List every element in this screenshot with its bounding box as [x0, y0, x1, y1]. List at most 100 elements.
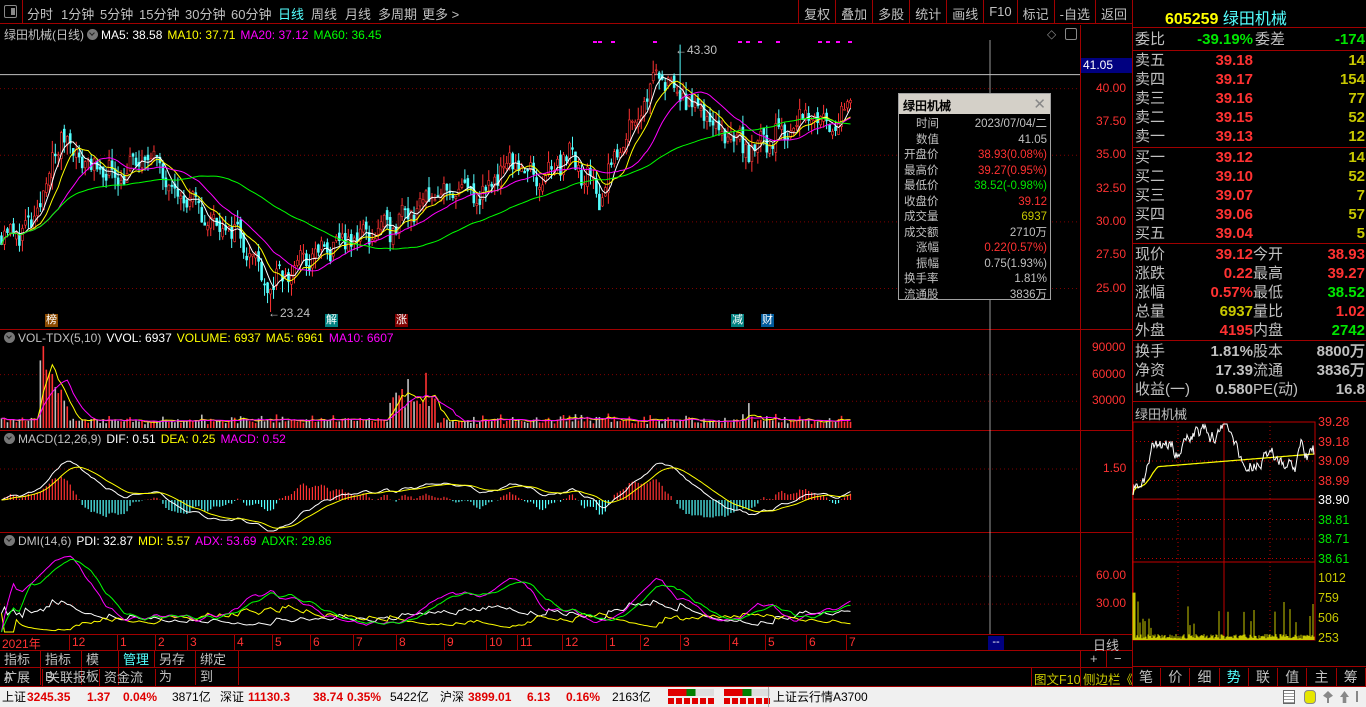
- tooltip-value: 39.27(0.95%): [977, 164, 1047, 177]
- f10-link[interactable]: 图文F10: [1034, 669, 1081, 688]
- tooltip-label: 成交量: [904, 211, 939, 223]
- date-tick: 4: [237, 635, 244, 649]
- mini-price-tick: 38.90: [1318, 493, 1350, 507]
- tooltip-value: 1.81%: [1014, 273, 1047, 285]
- alert-icon[interactable]: [1356, 691, 1358, 702]
- zoom-in-button[interactable]: +: [1090, 651, 1098, 666]
- bottom-tab-4[interactable]: 另存为: [155, 651, 196, 685]
- panel-tab-4[interactable]: 联: [1249, 668, 1278, 687]
- signal-dot: [653, 41, 657, 43]
- candle-body: [340, 233, 344, 238]
- candle-body: [463, 179, 467, 183]
- volume-bar: [425, 372, 427, 428]
- index-pct: 0.16%: [566, 690, 601, 704]
- tooltip-title: 绿田机械: [903, 99, 952, 113]
- mini-price-tick: 38.61: [1318, 551, 1350, 566]
- period-high-label: ←43.30: [675, 43, 718, 57]
- date-tick-line: [640, 635, 641, 650]
- value: 1.81%: [1210, 343, 1253, 360]
- volume-bar: [180, 422, 182, 428]
- panel-tab-1[interactable]: 价: [1161, 668, 1191, 687]
- volume-bar: [419, 403, 421, 428]
- date-tick: 3: [683, 635, 690, 649]
- volume-bar: [670, 421, 672, 428]
- candle-body: [675, 91, 679, 94]
- bottom-tab-3[interactable]: 管理: [119, 651, 155, 668]
- panel-tab-7[interactable]: 筹: [1337, 668, 1366, 687]
- diamond-icon[interactable]: ◇: [1047, 27, 1056, 41]
- mini-price-tick: 39.18: [1318, 434, 1350, 449]
- candle-body: [299, 250, 302, 266]
- order-book-row: 买二 39.10 52: [1135, 167, 1365, 186]
- volume-bar: [831, 421, 834, 428]
- volume-bar: [248, 421, 251, 428]
- close-icon[interactable]: ✕: [1033, 95, 1046, 113]
- panel-toggle-icon[interactable]: [1065, 28, 1077, 40]
- volume-bar: [742, 414, 744, 428]
- candle-body: [478, 198, 482, 205]
- index-name: 深证: [220, 690, 245, 704]
- level-price: 39.13: [1215, 128, 1253, 145]
- candle-body: [51, 152, 54, 179]
- zoom-out-button[interactable]: −: [1114, 651, 1122, 666]
- volume-bar: [508, 419, 511, 428]
- tooltip-label: 换手率: [904, 273, 939, 285]
- sidebar-toggle-link[interactable]: 侧边栏《: [1083, 669, 1133, 688]
- toolbar-button-8[interactable]: 返回: [1094, 0, 1132, 24]
- candle-body: [460, 184, 464, 188]
- coin-icon[interactable]: [1304, 690, 1316, 704]
- indicator-value: DIF: 0.51: [106, 432, 156, 446]
- candle-body: [454, 196, 458, 199]
- chevron-down-icon[interactable]: [4, 433, 15, 444]
- intraday-mini-chart[interactable]: [1132, 418, 1318, 666]
- candle-body: [705, 116, 709, 122]
- candle-body: [630, 120, 634, 123]
- volume-bar: [15, 422, 18, 428]
- candle-body: [508, 152, 512, 164]
- volume-bar: [571, 421, 574, 428]
- divider: [1133, 666, 1366, 667]
- price-tick: 40.00: [1096, 80, 1127, 95]
- news-icon[interactable]: [1283, 690, 1295, 704]
- index-amount: 2163亿: [612, 690, 651, 704]
- chevron-down-icon[interactable]: [4, 535, 15, 546]
- bottom-tab-5[interactable]: 绑定到: [196, 651, 239, 685]
- volume-bar: [482, 415, 484, 428]
- level-label: 卖一: [1135, 128, 1166, 145]
- panel-tab-3[interactable]: 势: [1220, 668, 1249, 687]
- candle-body: [601, 197, 604, 207]
- candle-body: [134, 157, 138, 166]
- panel-tab-5[interactable]: 值: [1278, 668, 1308, 687]
- volume-bar: [691, 418, 693, 428]
- tooltip-titlebar[interactable]: 绿田机械 ✕: [899, 94, 1050, 114]
- candle-body: [263, 283, 266, 286]
- stock-code: 605259: [1165, 11, 1219, 28]
- volume-bar: [786, 423, 789, 428]
- volume-bar: [479, 421, 481, 428]
- volume-bar: [810, 423, 813, 428]
- chevron-down-icon[interactable]: [87, 29, 98, 40]
- value: 6937: [1219, 303, 1253, 320]
- candle-body: [505, 162, 509, 169]
- signal-icon[interactable]: [1323, 691, 1333, 703]
- volume-bar: [601, 418, 604, 428]
- candle-body: [266, 282, 269, 294]
- volume-bar: [730, 422, 732, 428]
- volume-bar: [694, 422, 696, 428]
- level-price: 39.06: [1215, 206, 1253, 223]
- panel-tab-2[interactable]: 细: [1191, 668, 1220, 687]
- candle-body: [849, 100, 852, 104]
- connection-icon[interactable]: [1340, 691, 1349, 703]
- tooltip-row: 收盘价 39.12: [899, 195, 1050, 211]
- volume-bar: [616, 421, 619, 428]
- volume-bar: [281, 416, 284, 428]
- volume-bar: [789, 420, 792, 428]
- dmi-pane-title: DMI(14,6) PDI: 32.87 MDI: 5.57 ADX: 53.69 AD…: [4, 534, 342, 548]
- chevron-down-icon[interactable]: [4, 332, 15, 343]
- candle-body: [182, 195, 186, 204]
- candle-body: [654, 69, 658, 72]
- panel-tab-6[interactable]: 主: [1308, 668, 1337, 687]
- panel-tab-0[interactable]: 笔: [1132, 668, 1161, 687]
- tooltip-row: 流通股 3836万: [899, 288, 1050, 304]
- order-book-row: 买一 39.12 14: [1135, 148, 1365, 167]
